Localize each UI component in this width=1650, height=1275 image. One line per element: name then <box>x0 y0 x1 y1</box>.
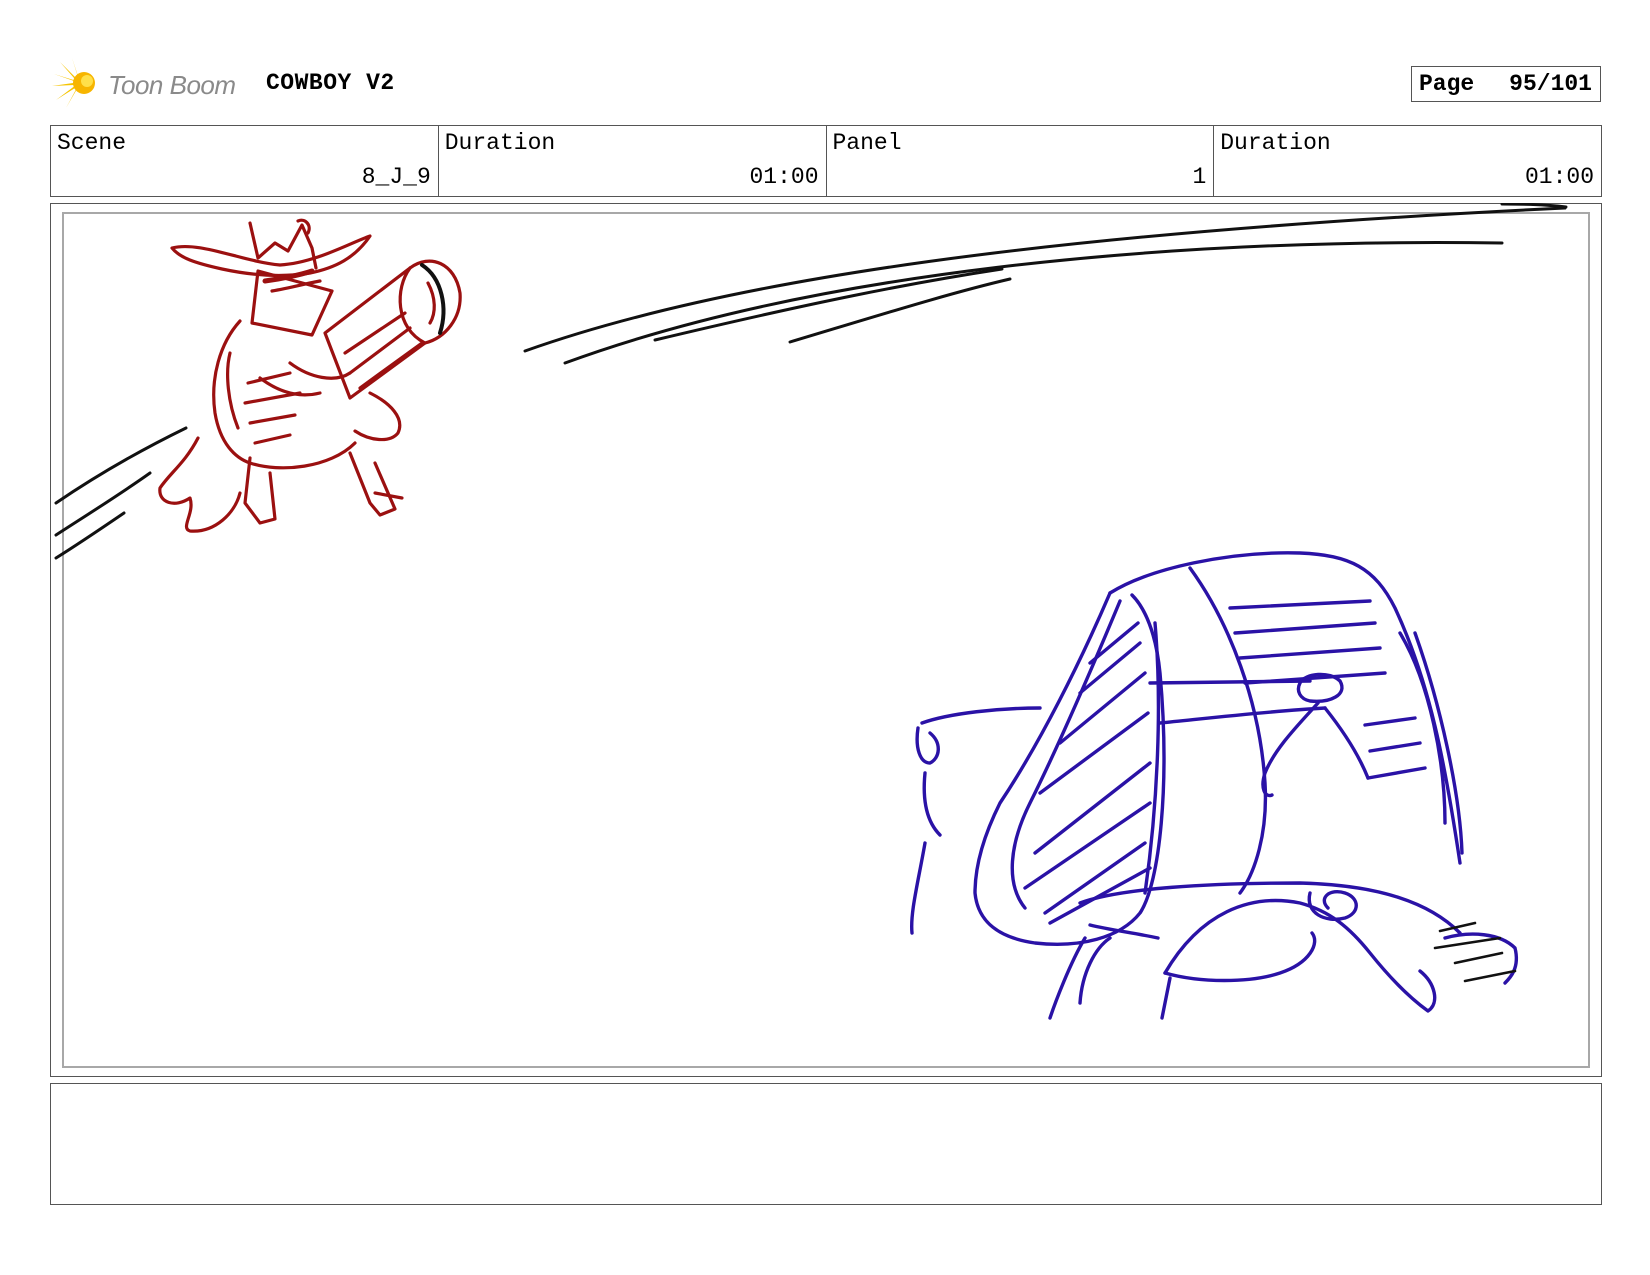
starburst-icon <box>52 58 95 108</box>
scene-value: 8_J_9 <box>361 164 431 190</box>
scene-label: Scene <box>57 130 127 156</box>
panel-duration-cell: Duration 01:00 <box>1214 126 1601 196</box>
scene-duration-cell: Duration 01:00 <box>439 126 827 196</box>
panel-duration-value: 01:00 <box>1524 164 1594 190</box>
page-number: 95/101 <box>1509 71 1592 97</box>
cowboy-sketch <box>158 218 462 533</box>
panel-value: 1 <box>1192 164 1207 190</box>
motion-lines <box>54 203 1568 560</box>
scene-duration-label: Duration <box>444 130 556 156</box>
logo-text: Toon Boom <box>108 70 236 100</box>
panel-cell: Panel 1 <box>827 126 1215 196</box>
notes-box <box>50 1083 1602 1205</box>
panel-duration-label: Duration <box>1220 130 1331 156</box>
page-indicator: Page 95/101 <box>1411 66 1601 102</box>
storyboard-sketch <box>54 203 1568 1020</box>
creature-sketch <box>909 551 1518 1020</box>
panel-label: Panel <box>832 130 902 156</box>
scene-duration-value: 01:00 <box>749 164 819 190</box>
scene-cell: Scene 8_J_9 <box>51 126 439 196</box>
panel-info-row: Scene 8_J_9 Duration 01:00 Panel 1 Durat… <box>50 125 1602 197</box>
page-label: Page <box>1419 71 1475 97</box>
project-title: COWBOY V2 <box>266 70 395 96</box>
toon-boom-logo: Toon Boom <box>52 56 252 112</box>
speed-lines-right <box>1433 921 1517 983</box>
